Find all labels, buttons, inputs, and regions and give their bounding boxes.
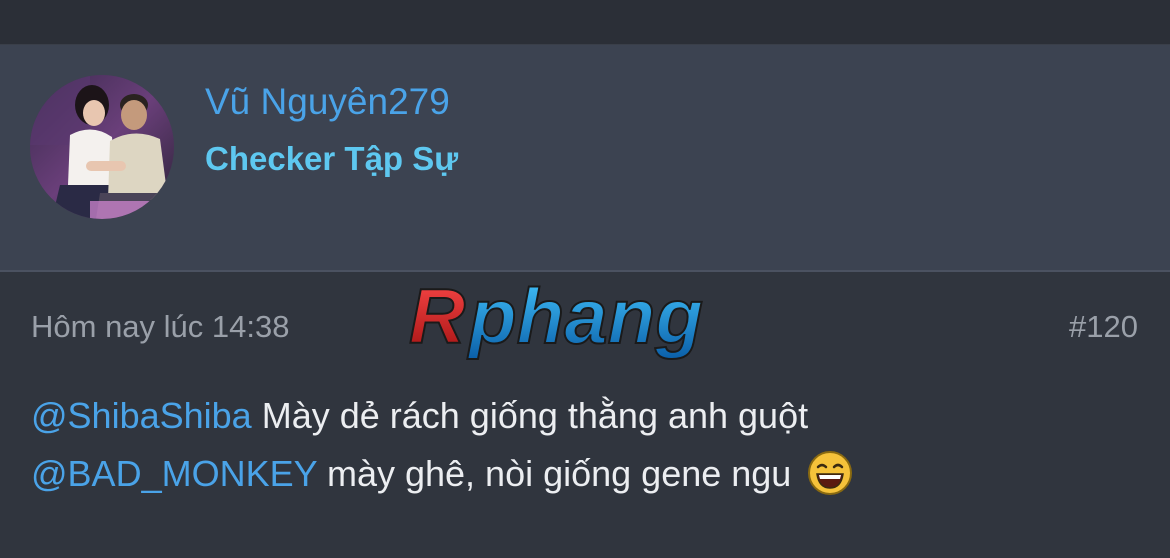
post-text: Mày dẻ rách giống thằng anh guột xyxy=(251,395,809,436)
svg-text:R: R xyxy=(409,272,465,360)
post-number[interactable]: #120 xyxy=(1069,309,1138,345)
watermark-logo: R phang xyxy=(405,267,765,377)
user-block: Vũ Nguyên279 Checker Tập Sự xyxy=(0,45,1170,272)
mention-link[interactable]: @ShibaShiba xyxy=(31,395,252,436)
post-line: @BAD_MONKEY mày ghê, nòi giống gene ngu xyxy=(31,445,1141,503)
avatar-photo xyxy=(30,75,174,219)
svg-text:phang: phang xyxy=(467,272,703,360)
top-strip xyxy=(0,0,1170,44)
laughing-face-icon xyxy=(807,450,853,496)
mention-link[interactable]: @BAD_MONKEY xyxy=(31,453,317,494)
post-line: @ShibaShiba Mày dẻ rách giống thằng anh … xyxy=(31,387,1141,445)
post-container: Vũ Nguyên279 Checker Tập Sự R phang Hôm … xyxy=(0,44,1170,558)
avatar[interactable] xyxy=(30,75,174,219)
username[interactable]: Vũ Nguyên279 xyxy=(205,81,450,123)
post-body: @ShibaShiba Mày dẻ rách giống thằng anh … xyxy=(31,387,1141,503)
user-title: Checker Tập Sự xyxy=(205,140,459,177)
post-text: mày ghê, nòi giống gene ngu xyxy=(316,453,792,494)
post-timestamp[interactable]: Hôm nay lúc 14:38 xyxy=(31,309,289,345)
